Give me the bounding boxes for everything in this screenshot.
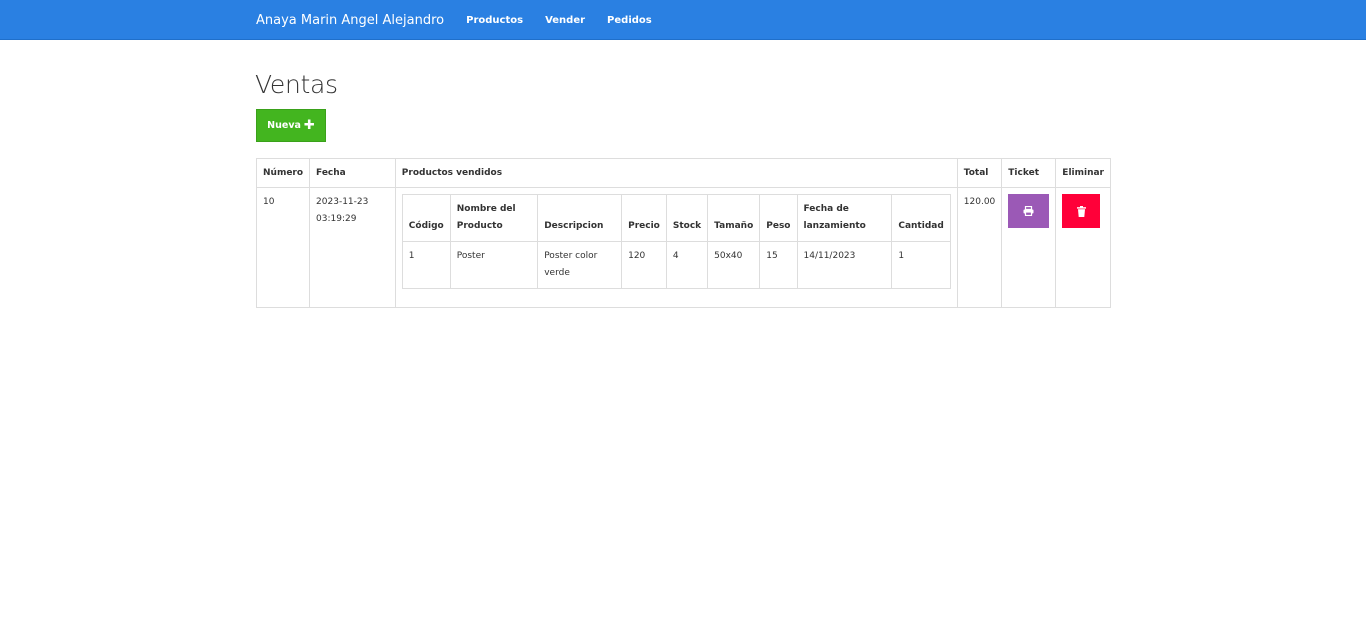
fecha-time: 03:19:29	[316, 214, 357, 224]
cell-codigo: 1	[401, 241, 451, 289]
cell-tamano: 50x40	[707, 241, 761, 289]
header-productos-vendidos: Productos vendidos	[394, 158, 958, 188]
table-row: 1 Poster Poster color verde 120 4 50x40 …	[401, 241, 951, 289]
products-sold-table: Código Nombre del Producto Descripcion P…	[401, 194, 951, 289]
print-icon	[1023, 206, 1034, 216]
cell-total: 120.00	[956, 187, 1003, 308]
page-title: Ventas	[255, 70, 338, 99]
nav-link-pedidos[interactable]: Pedidos	[607, 15, 652, 26]
header-nombre: Nombre del Producto	[449, 194, 539, 242]
cell-fecha: 2023-11-23 03:19:29	[309, 187, 396, 308]
header-tamano: Tamaño	[707, 194, 761, 242]
nav-link-productos[interactable]: Productos	[466, 15, 523, 26]
fecha-date: 2023-11-23	[316, 197, 369, 207]
cell-eliminar	[1055, 187, 1111, 308]
sales-table: Número Fecha Productos vendidos Total Ti…	[255, 158, 1111, 308]
nav-link-vender[interactable]: Vender	[545, 15, 585, 26]
header-fecha-lanzamiento: Fecha de lanzamiento	[796, 194, 893, 242]
plus-icon: ✚	[303, 118, 315, 133]
header-ticket: Ticket	[1001, 158, 1057, 188]
navbar-content: Anaya Marin Angel Alejandro Productos Ve…	[256, 0, 674, 40]
cell-nombre: Poster	[449, 241, 539, 289]
header-descripcion: Descripcion	[537, 194, 623, 242]
trash-icon	[1076, 205, 1086, 217]
sales-table-header-row: Número Fecha Productos vendidos Total Ti…	[255, 158, 1111, 188]
navbar-brand[interactable]: Anaya Marin Angel Alejandro	[256, 13, 444, 28]
cell-peso: 15	[759, 241, 798, 289]
top-navbar: Anaya Marin Angel Alejandro Productos Ve…	[0, 0, 1366, 40]
cell-productos-vendidos: Código Nombre del Producto Descripcion P…	[394, 187, 958, 308]
cell-descripcion: Poster color verde	[537, 241, 623, 289]
cell-numero: 10	[255, 187, 311, 308]
print-ticket-button[interactable]	[1008, 194, 1050, 228]
header-numero: Número	[255, 158, 311, 188]
header-cantidad: Cantidad	[891, 194, 951, 242]
table-row: 10 2023-11-23 03:19:29 Código Nombre del…	[255, 187, 1111, 308]
new-sale-button[interactable]: Nueva ✚	[256, 109, 326, 142]
header-total: Total	[956, 158, 1003, 188]
delete-sale-button[interactable]	[1062, 194, 1101, 228]
cell-fecha-lanzamiento: 14/11/2023	[796, 241, 893, 289]
cell-ticket	[1001, 187, 1057, 308]
header-eliminar: Eliminar	[1055, 158, 1111, 188]
header-stock: Stock	[665, 194, 709, 242]
cell-stock: 4	[665, 241, 709, 289]
cell-precio: 120	[621, 241, 667, 289]
new-sale-label: Nueva	[267, 120, 301, 131]
header-precio: Precio	[621, 194, 667, 242]
cell-cantidad: 1	[891, 241, 951, 289]
header-peso: Peso	[759, 194, 798, 242]
header-codigo: Código	[401, 194, 451, 242]
products-header-row: Código Nombre del Producto Descripcion P…	[401, 194, 951, 242]
header-fecha: Fecha	[309, 158, 396, 188]
